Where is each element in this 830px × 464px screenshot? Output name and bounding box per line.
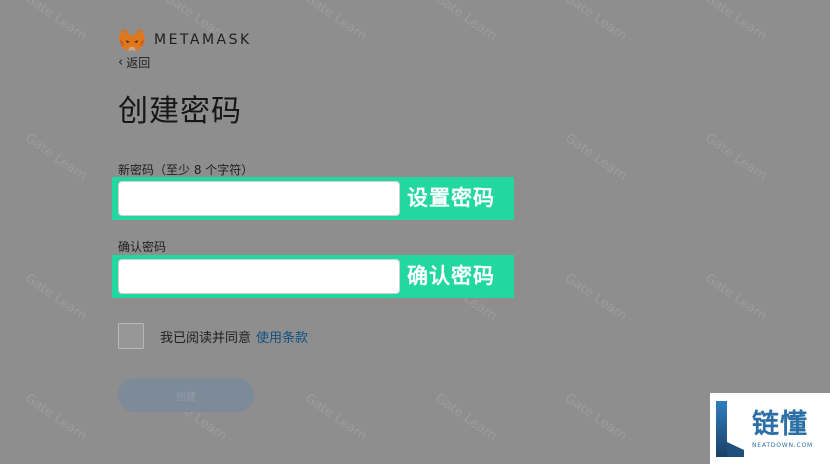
watermark-text: Gate Learn: [22, 130, 90, 185]
back-link[interactable]: ‹ 返回: [118, 54, 150, 71]
page-title: 创建密码: [118, 94, 242, 129]
terms-of-use-link[interactable]: 使用条款: [256, 327, 308, 346]
new-password-highlight: 设置密码: [112, 177, 514, 220]
new-password-label: 新密码（至少 8 个字符）: [118, 163, 254, 177]
confirm-password-callout: 确认密码: [407, 264, 495, 288]
watermark-text: Gate Learn: [22, 270, 90, 325]
confirm-password-highlight: 确认密码: [112, 255, 514, 298]
terms-checkbox[interactable]: [118, 323, 144, 349]
watermark-text: Gate Learn: [22, 0, 90, 45]
watermark-text: Gate Learn: [702, 130, 770, 185]
app-header: METAMASK: [118, 28, 252, 52]
terms-row: 我已阅读并同意 使用条款: [118, 323, 308, 349]
watermark-text: Gate Learn: [432, 390, 500, 445]
watermark-text: Gate Learn: [562, 270, 630, 325]
watermark-text: Gate Learn: [302, 390, 370, 445]
watermark-text: Gate Learn: [562, 0, 630, 45]
neatdown-logo: 链懂 NEATDOWN.COM: [710, 393, 830, 464]
create-button[interactable]: 创建: [118, 378, 254, 412]
neatdown-logo-mark-icon: [716, 400, 744, 457]
back-label: 返回: [126, 56, 151, 70]
watermark-text: Gate Learn: [562, 390, 630, 445]
watermark-text: Gate Learn: [302, 0, 370, 45]
brand-name: METAMASK: [154, 32, 252, 48]
watermark-text: Gate Learn: [432, 0, 500, 45]
new-password-callout: 设置密码: [407, 186, 495, 210]
metamask-fox-icon: [119, 29, 145, 51]
confirm-password-label: 确认密码: [118, 240, 167, 254]
watermark-text: Gate Learn: [562, 130, 630, 185]
neatdown-logo-texts: 链懂 NEATDOWN.COM: [752, 409, 813, 449]
watermark-text: Gate Learn: [702, 0, 770, 45]
new-password-input[interactable]: [118, 181, 400, 216]
confirm-password-input[interactable]: [118, 259, 400, 294]
logo-english-text: NEATDOWN.COM: [752, 441, 813, 449]
watermark-text: Gate Learn: [22, 390, 90, 445]
chevron-left-icon: ‹: [118, 55, 124, 70]
logo-chinese-text: 链懂: [752, 408, 808, 440]
terms-text: 我已阅读并同意: [160, 330, 252, 346]
watermark-text: Gate Learn: [702, 270, 770, 325]
